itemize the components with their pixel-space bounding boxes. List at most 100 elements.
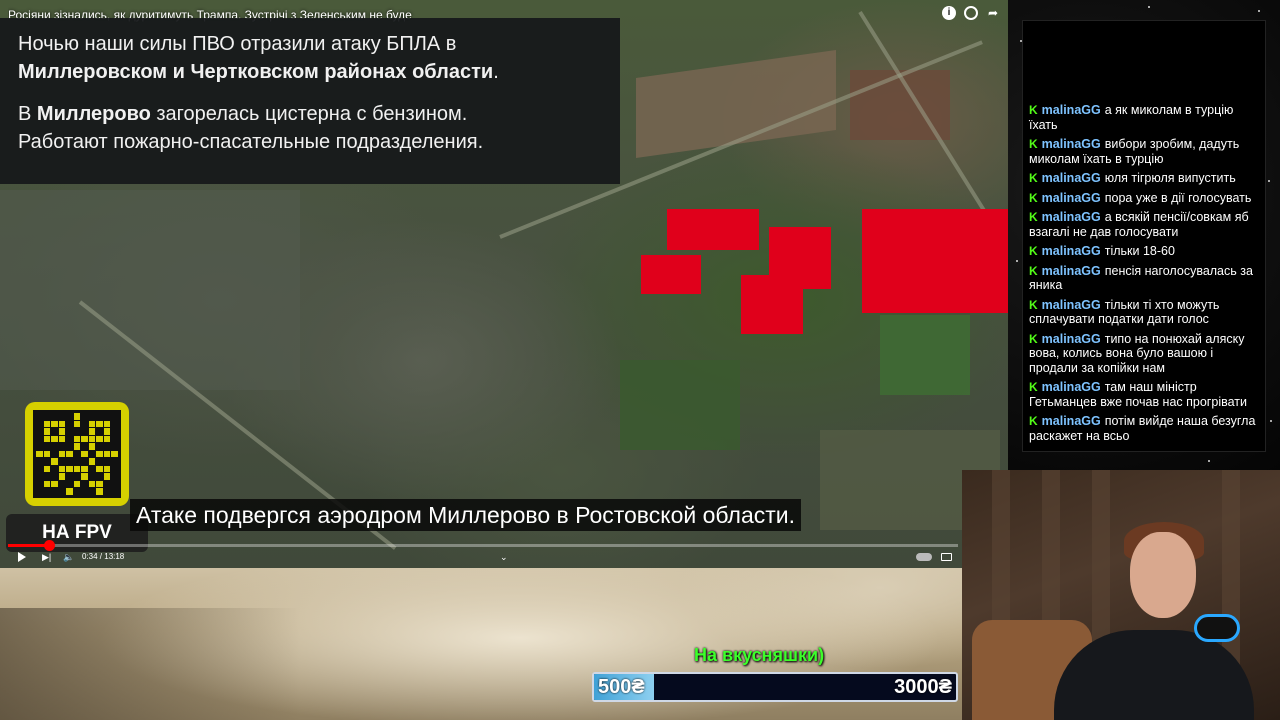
qr-module <box>58 488 66 495</box>
streamer-webcam <box>962 470 1280 720</box>
progress-bar-fill <box>8 544 49 547</box>
qr-module <box>73 428 81 435</box>
webcam-person-face <box>1130 532 1196 618</box>
chat-message: KmalinaGG а всякій пенсії/совкам яб взага… <box>1029 210 1263 239</box>
qr-module <box>43 428 51 435</box>
qr-module <box>111 473 118 480</box>
qr-module <box>81 450 88 458</box>
kick-badge-icon: K <box>1029 331 1038 346</box>
video-player[interactable]: Росіяни зізнались, як дуритимуть Трампа.… <box>0 0 1008 568</box>
qr-module <box>36 488 43 495</box>
red-censor-block <box>641 255 701 294</box>
qr-module <box>51 473 58 480</box>
qr-module <box>73 450 81 458</box>
qr-module <box>43 413 51 420</box>
qr-module <box>66 465 73 473</box>
red-censor-block <box>862 209 1008 313</box>
info-icon[interactable]: i <box>942 6 956 20</box>
qr-module <box>73 480 81 488</box>
player-controls: ▶| 🔈 0:34 / 13:18 ⌄ <box>0 548 962 566</box>
chat-username[interactable]: malinaGG <box>1042 414 1101 428</box>
qr-module <box>36 435 43 443</box>
qr-module <box>51 413 58 420</box>
qr-module <box>66 413 73 420</box>
qr-module <box>66 428 73 435</box>
qr-module <box>51 458 58 465</box>
chat-username[interactable]: malinaGG <box>1042 244 1101 258</box>
qr-module <box>81 428 88 435</box>
qr-module <box>88 465 96 473</box>
qr-module <box>43 458 51 465</box>
qr-module <box>36 413 43 420</box>
chat-username[interactable]: malinaGG <box>1042 103 1101 117</box>
qr-module <box>96 488 103 495</box>
time-display: 0:34 / 13:18 <box>82 552 125 561</box>
qr-module <box>36 428 43 435</box>
qr-module <box>96 413 103 420</box>
qr-module <box>51 428 58 435</box>
qr-module <box>73 458 81 465</box>
chat-username[interactable]: malinaGG <box>1042 137 1101 151</box>
qr-module <box>103 458 111 465</box>
qr-module <box>81 488 88 495</box>
clock-icon[interactable] <box>964 6 978 20</box>
kick-badge-icon: K <box>1029 414 1038 428</box>
qr-module <box>88 473 96 480</box>
volume-icon[interactable]: 🔈 <box>63 550 74 564</box>
progress-bar[interactable] <box>8 540 958 551</box>
kick-badge-icon: K <box>1029 263 1038 278</box>
qr-module <box>103 413 111 420</box>
qr-module <box>58 435 66 443</box>
qr-module <box>103 450 111 458</box>
qr-module <box>73 420 81 428</box>
video-subtitle: Атаке подвергся аэродром Миллерово в Рос… <box>130 499 802 531</box>
chat-message: KmalinaGG пора уже в дії голосувать <box>1029 191 1263 206</box>
qr-code-pattern <box>33 410 121 498</box>
chat-username[interactable]: malinaGG <box>1042 264 1101 278</box>
star-decoration <box>1258 10 1260 12</box>
qr-module <box>111 420 118 428</box>
qr-module <box>51 465 58 473</box>
qr-module <box>73 473 81 480</box>
kick-badge-icon: K <box>1029 137 1038 151</box>
qr-module <box>96 420 103 428</box>
qr-module <box>81 413 88 420</box>
next-icon[interactable]: ▶| <box>42 550 51 564</box>
qr-module <box>66 443 73 450</box>
star-decoration <box>1148 6 1150 8</box>
news-text-overlay: Ночью наши силы ПВО отразили атаку БПЛА … <box>0 18 620 184</box>
qr-module <box>81 473 88 480</box>
chat-username[interactable]: malinaGG <box>1042 191 1101 205</box>
qr-module <box>103 488 111 495</box>
qr-module <box>43 480 51 488</box>
autoplay-toggle-icon[interactable] <box>916 553 932 561</box>
chat-message: KmalinaGG вибори зробим, дадуть миколам ї… <box>1029 137 1263 166</box>
news-paragraph-1: Ночью наши силы ПВО отразили атаку БПЛА … <box>18 33 499 83</box>
qr-module <box>66 435 73 443</box>
star-decoration <box>1016 260 1018 262</box>
donation-progress-bar: 500₴ 3000₴ <box>592 672 958 702</box>
chat-username[interactable]: malinaGG <box>1042 171 1101 185</box>
chat-message: KmalinaGG тільки ті хто можуть сплачувати… <box>1029 298 1263 327</box>
sand-shadow <box>0 608 300 720</box>
qr-module <box>111 480 118 488</box>
captions-icon[interactable] <box>941 553 952 561</box>
star-decoration <box>1270 420 1272 422</box>
play-icon[interactable] <box>18 552 26 562</box>
donation-current-amount: 500₴ <box>598 676 645 698</box>
chat-username[interactable]: malinaGG <box>1042 332 1101 346</box>
chat-message: KmalinaGG юля тігрюля випустить <box>1029 171 1263 186</box>
video-top-icons: i ➦ <box>942 6 1000 20</box>
share-icon[interactable]: ➦ <box>986 6 1000 20</box>
chat-username[interactable]: malinaGG <box>1042 380 1101 394</box>
chat-username[interactable]: malinaGG <box>1042 298 1101 312</box>
qr-module <box>51 435 58 443</box>
chevron-down-icon[interactable]: ⌄ <box>500 550 508 564</box>
chat-username[interactable]: malinaGG <box>1042 210 1101 224</box>
qr-module <box>88 450 96 458</box>
chat-message-list: KmalinaGG а як миколам в турцію їхать Kmal… <box>1029 98 1263 443</box>
qr-module <box>88 458 96 465</box>
kick-badge-icon: K <box>1029 380 1038 394</box>
chat-panel: KmalinaGG а як миколам в турцію їхать Kmal… <box>1022 20 1266 452</box>
qr-module <box>36 473 43 480</box>
